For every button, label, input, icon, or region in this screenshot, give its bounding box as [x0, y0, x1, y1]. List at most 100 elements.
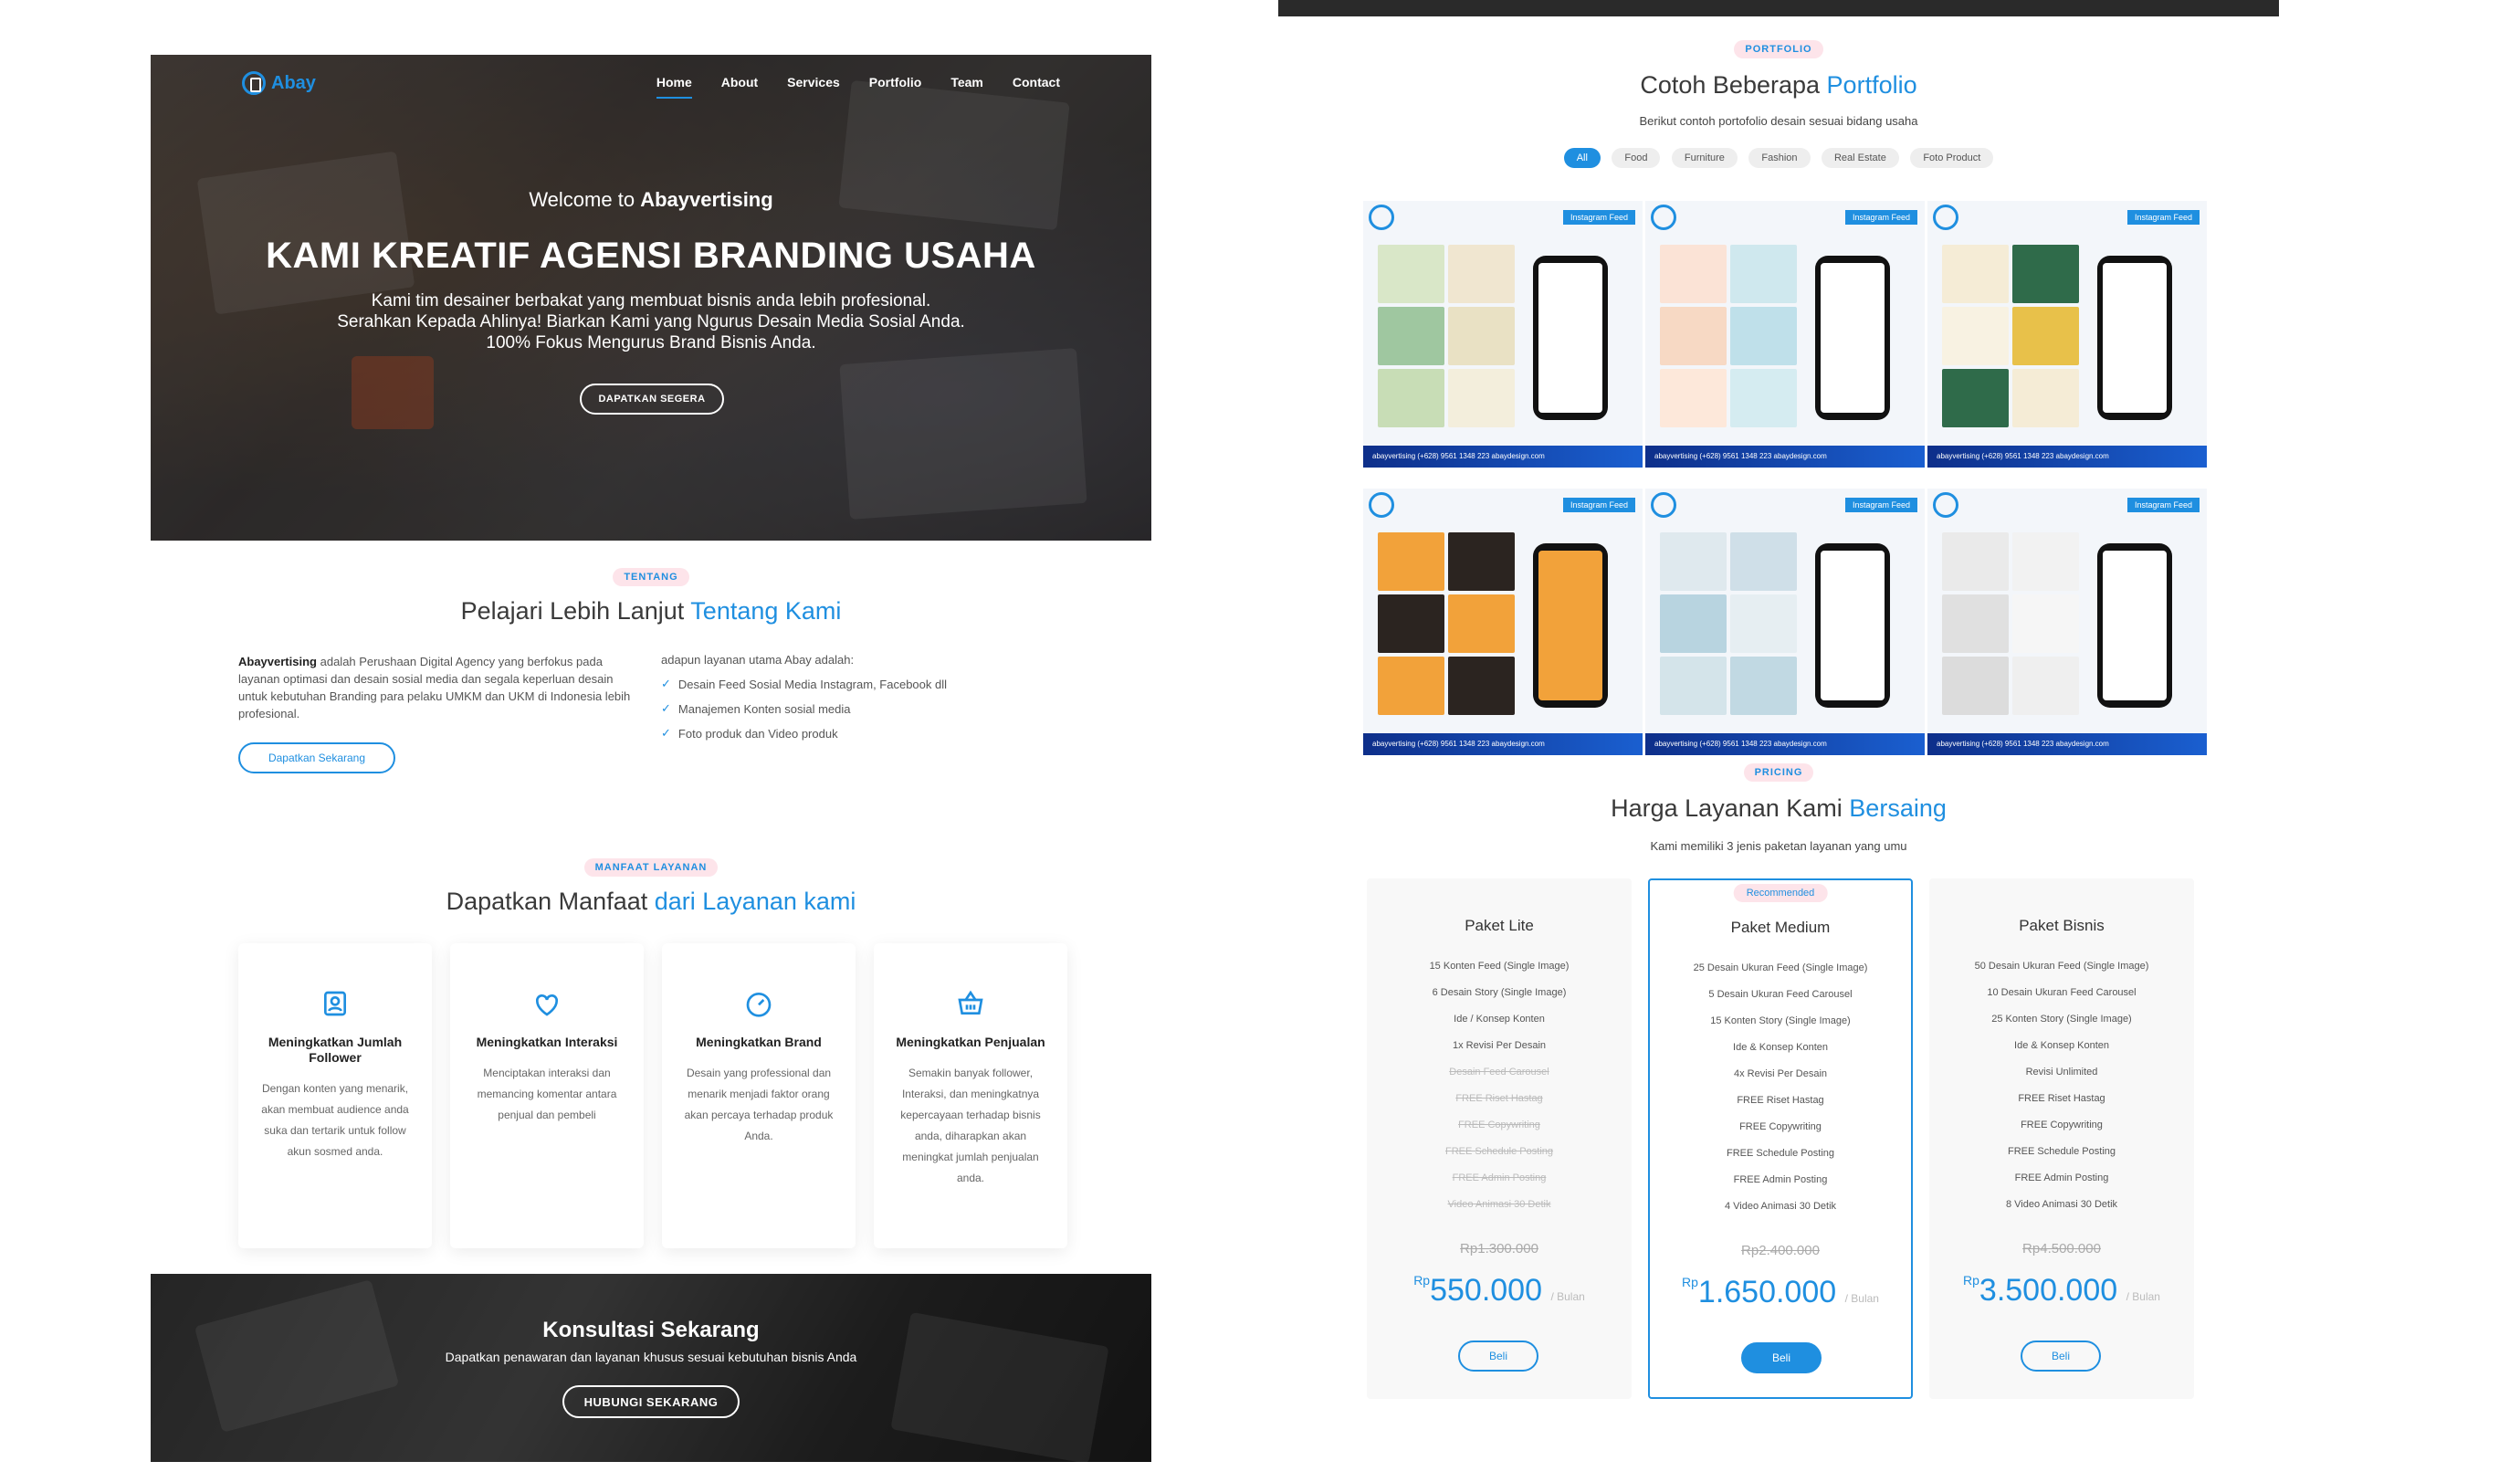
- about-services: adapun layanan utama Abay adalah: ✓ Desai…: [661, 653, 1045, 741]
- benefits-title-plain: Dapatkan Manfaat: [446, 888, 648, 915]
- plan-price: Rp3.500.000 / Bulan: [1929, 1273, 2194, 1309]
- feature-card-interaction: Meningkatkan Interaksi Menciptakan inter…: [450, 943, 644, 1248]
- benefits-header: MANFAAT LAYANAN Dapatkan Manfaat dari La…: [151, 858, 1151, 916]
- filter-foto-product[interactable]: Foto Product: [1910, 148, 1994, 168]
- service-item: ✓ Foto produk dan Video produk: [661, 726, 1045, 741]
- plan-feature: 1x Revisi Per Desain: [1452, 1040, 1547, 1051]
- filter-furniture[interactable]: Furniture: [1671, 148, 1738, 168]
- nav-contact[interactable]: Contact: [1013, 75, 1060, 99]
- portfolio-preview-grid: [1660, 245, 1797, 427]
- plan-feature: 25 Desain Ukuran Feed (Single Image): [1693, 962, 1868, 973]
- about-brand: Abayvertising: [238, 655, 317, 668]
- plan-feature: 4x Revisi Per Desain: [1733, 1068, 1828, 1079]
- plan-feature: 25 Konten Story (Single Image): [1991, 1014, 2132, 1025]
- plan-price-value: 550.000: [1430, 1273, 1542, 1308]
- check-icon: ✓: [661, 726, 671, 740]
- portfolio-item[interactable]: Instagram Feed abayvertising (+628) 9561…: [1645, 489, 1925, 755]
- plan-price: Rp550.000 / Bulan: [1367, 1273, 1632, 1309]
- hero-title: KAMI KREATIF AGENSI BRANDING USAHA: [266, 236, 1036, 276]
- get-now-button[interactable]: DAPATKAN SEGERA: [580, 384, 724, 415]
- portfolio-tag: Instagram Feed: [2126, 210, 2200, 225]
- plan-name: Paket Bisnis: [2019, 917, 2105, 934]
- portfolio-item[interactable]: Instagram Feed abayvertising (+628) 9561…: [1363, 201, 1643, 468]
- plan-feature: FREE Admin Posting: [2014, 1172, 2109, 1183]
- currency: Rp: [1413, 1273, 1431, 1288]
- phone-mockup: [2097, 543, 2172, 708]
- plan-old-price: Rp1.300.000: [1460, 1241, 1538, 1256]
- plan-feature: 8 Video Animasi 30 Detik: [2005, 1199, 2118, 1210]
- filter-real-estate[interactable]: Real Estate: [1821, 148, 1899, 168]
- site-logo[interactable]: Abay: [242, 71, 316, 95]
- contact-now-button[interactable]: HUBUNGI SEKARANG: [562, 1385, 740, 1418]
- portfolio-footer: abayvertising (+628) 9561 1348 223 abayd…: [1363, 733, 1643, 755]
- portfolio-tag: Instagram Feed: [2126, 498, 2200, 512]
- feature-title: Meningkatkan Interaksi: [476, 1035, 618, 1049]
- plan-features: 25 Desain Ukuran Feed (Single Image) 5 D…: [1650, 955, 1911, 1220]
- hero-subtitle: Kami tim desainer berbakat yang membuat …: [151, 290, 1151, 353]
- plan-feature-unavailable: FREE Riset Hastag: [1455, 1093, 1543, 1104]
- portfolio-preview-grid: [1942, 532, 2079, 715]
- feature-text: Menciptakan interaksi dan memancing kome…: [477, 1067, 617, 1121]
- portfolio-filters: All Food Furniture Fashion Real Estate F…: [1278, 148, 2279, 168]
- plan-period: / Bulan: [1550, 1290, 1585, 1303]
- portfolio-tag: Instagram Feed: [1844, 210, 1917, 225]
- plan-feature: FREE Copywriting: [2021, 1120, 2103, 1130]
- portfolio-title-highlight: Portfolio: [1826, 71, 1917, 99]
- plan-features: 50 Desain Ukuran Feed (Single Image) 10 …: [1929, 953, 2194, 1218]
- portfolio-tag: Instagram Feed: [1562, 210, 1635, 225]
- nav-home[interactable]: Home: [656, 75, 692, 99]
- plan-feature-unavailable: Video Animasi 30 Detik: [1447, 1199, 1551, 1210]
- nav-about[interactable]: About: [721, 75, 758, 99]
- filter-food[interactable]: Food: [1612, 148, 1661, 168]
- pricing-header: PRICING Harga Layanan Kami Bersaing Kami…: [1278, 763, 2279, 853]
- portfolio-item[interactable]: Instagram Feed abayvertising (+628) 9561…: [1645, 201, 1925, 468]
- buy-lite-button[interactable]: Beli: [1458, 1341, 1538, 1372]
- service-item-label: Desain Feed Sosial Media Instagram, Face…: [677, 677, 947, 691]
- hero-sub-line-3: 100% Fokus Mengurus Brand Bisnis Anda.: [486, 333, 816, 352]
- abay-logo-icon: [1651, 492, 1676, 518]
- feature-text: Semakin banyak follower, Interaksi, dan …: [900, 1067, 1041, 1184]
- filter-all[interactable]: All: [1563, 148, 1601, 168]
- nav-portfolio[interactable]: Portfolio: [869, 75, 922, 99]
- buy-medium-button[interactable]: Beli: [1741, 1342, 1822, 1373]
- portfolio-item[interactable]: Instagram Feed abayvertising (+628) 9561…: [1927, 201, 2207, 468]
- portfolio-tag: Instagram Feed: [1562, 498, 1635, 512]
- pricing-title-highlight: Bersaing: [1849, 794, 1947, 822]
- service-item-label: Foto produk dan Video produk: [677, 726, 838, 741]
- services-intro: adapun layanan utama Abay adalah:: [661, 653, 855, 667]
- plan-price-value: 3.500.000: [1979, 1273, 2118, 1308]
- about-badge: TENTANG: [613, 568, 689, 586]
- feature-title: Meningkatkan Brand: [696, 1035, 822, 1049]
- portfolio-tag: Instagram Feed: [1844, 498, 1917, 512]
- plan-feature-unavailable: FREE Schedule Posting: [1444, 1146, 1553, 1157]
- service-item: ✓ Desain Feed Sosial Media Instagram, Fac…: [661, 677, 1045, 691]
- portfolio-preview-grid: [1378, 245, 1515, 427]
- hero-welcome-brand: Abayvertising: [640, 188, 773, 211]
- portfolio-preview-grid: [1378, 532, 1515, 715]
- phone-mockup: [1533, 256, 1608, 420]
- plan-card-medium: Recommended Paket Medium 25 Desain Ukura…: [1648, 878, 1913, 1399]
- portfolio-header: PORTFOLIO Cotoh Beberapa Portfolio Berik…: [1278, 40, 2279, 168]
- portfolio-preview-grid: [1942, 245, 2079, 427]
- portfolio-item[interactable]: Instagram Feed abayvertising (+628) 9561…: [1363, 489, 1643, 755]
- filter-fashion[interactable]: Fashion: [1748, 148, 1811, 168]
- portfolio-title-plain: Cotoh Beberapa: [1640, 71, 1821, 99]
- previous-section-edge: [1278, 0, 2279, 16]
- portfolio-item[interactable]: Instagram Feed abayvertising (+628) 9561…: [1927, 489, 2207, 755]
- recommended-badge: Recommended: [1733, 884, 1828, 902]
- buy-bisnis-button[interactable]: Beli: [2021, 1341, 2101, 1372]
- portfolio-subtitle: Berikut contoh portofolio desain sesuai …: [1639, 114, 1918, 128]
- nav-services[interactable]: Services: [787, 75, 840, 99]
- portfolio-footer: abayvertising (+628) 9561 1348 223 abayd…: [1645, 733, 1925, 755]
- plan-feature: FREE Admin Posting: [1733, 1174, 1828, 1185]
- abay-logo-icon: [1369, 492, 1394, 518]
- currency: Rp: [1682, 1275, 1698, 1289]
- benefits-title-highlight: dari Layanan kami: [654, 888, 856, 915]
- logo-text: Abay: [271, 72, 316, 93]
- feature-title: Meningkatkan Penjualan: [896, 1035, 1045, 1049]
- hero-welcome: Welcome to Abayvertising: [151, 188, 1151, 212]
- plan-feature-unavailable: Desain Feed Carousel: [1449, 1067, 1549, 1078]
- check-icon: ✓: [661, 677, 671, 690]
- get-now-secondary-button[interactable]: Dapatkan Sekarang: [238, 742, 395, 773]
- nav-team[interactable]: Team: [950, 75, 983, 99]
